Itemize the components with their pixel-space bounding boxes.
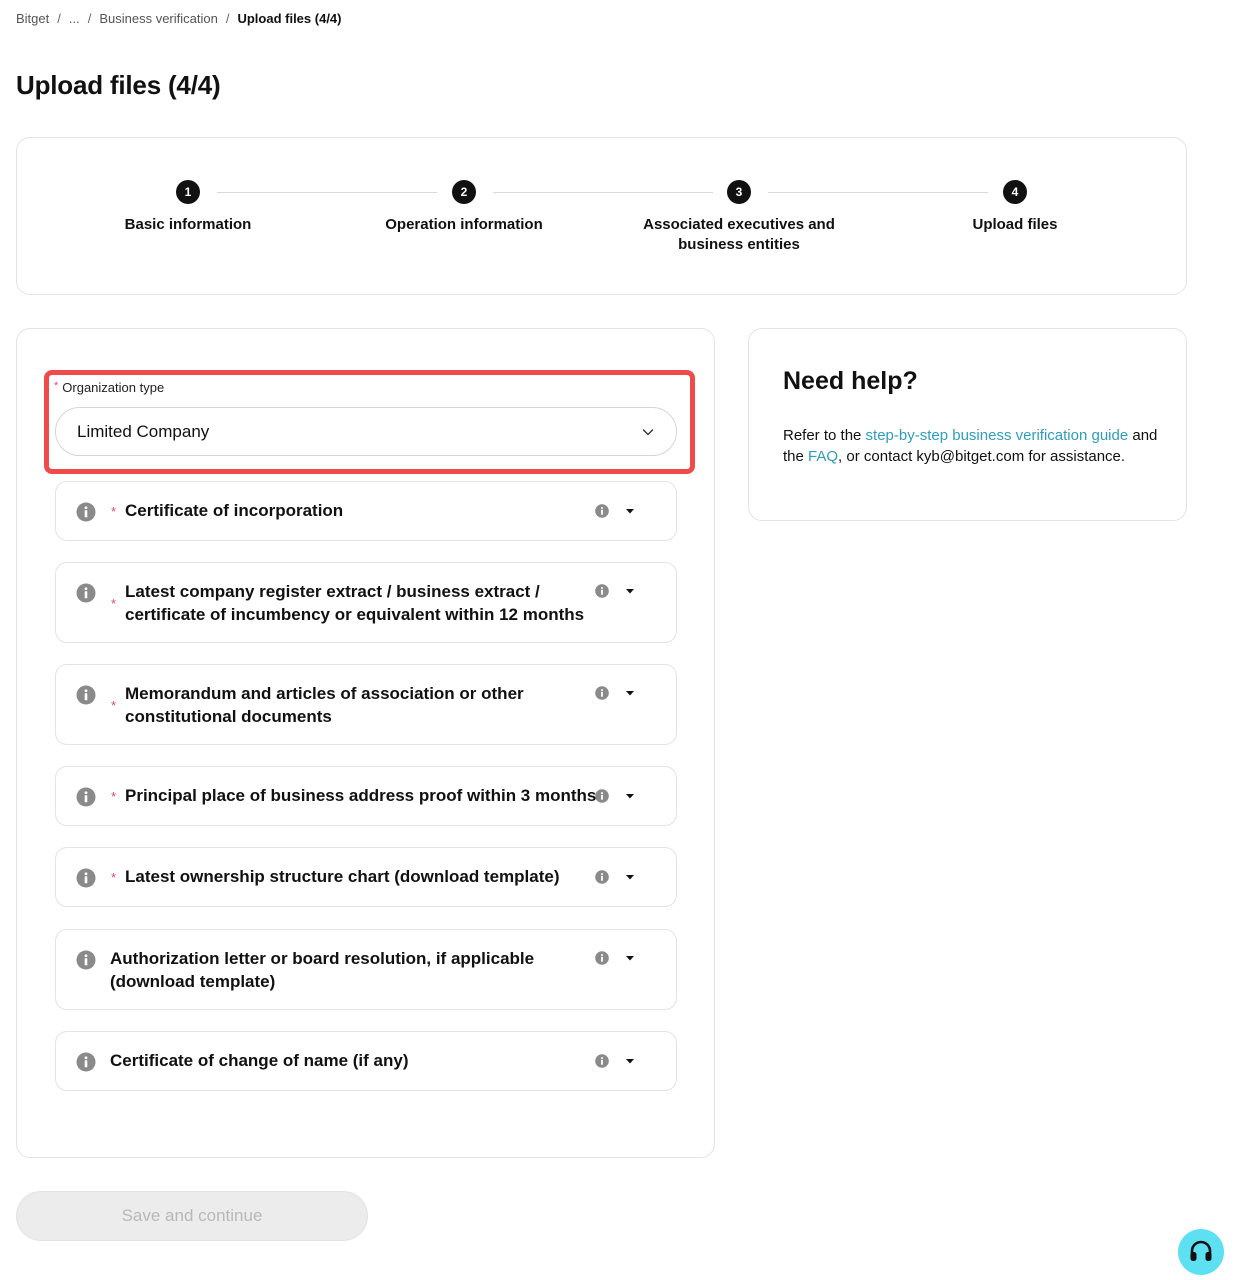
step-number-badge: 4 — [1003, 180, 1027, 204]
organization-type-label: * Organization type — [54, 380, 164, 395]
document-authorization-letter[interactable]: Authorization letter or board resolution… — [55, 929, 677, 1010]
breadcrumb-bitget[interactable]: Bitget — [16, 11, 49, 26]
progress-steps: 1 Basic information 2 Operation informat… — [16, 137, 1187, 295]
document-ownership-structure-chart[interactable]: * Latest ownership structure chart (down… — [55, 847, 677, 907]
step-label: Basic information — [124, 216, 252, 233]
breadcrumb-separator: / — [57, 11, 61, 26]
document-title: Latest ownership structure chart (downlo… — [125, 867, 560, 886]
customer-support-button[interactable] — [1178, 1229, 1224, 1275]
save-and-continue-button[interactable]: Save and continue — [16, 1191, 368, 1241]
breadcrumb-business-verification[interactable]: Business verification — [99, 11, 218, 26]
breadcrumb: Bitget / ... / Business verification / U… — [16, 11, 342, 26]
help-text-part: Refer to the — [783, 427, 866, 444]
step-operation-information: 2 Operation information — [344, 180, 584, 235]
small-info-icon[interactable] — [595, 951, 609, 965]
step-label: Upload files — [972, 216, 1058, 233]
verification-guide-link[interactable]: step-by-step business verification guide — [866, 427, 1129, 444]
small-info-icon[interactable] — [595, 789, 609, 803]
step-upload-files: 4 Upload files — [895, 180, 1135, 235]
organization-type-label-text: Organization type — [62, 380, 165, 395]
small-info-icon[interactable] — [595, 584, 609, 598]
info-circle-icon — [76, 787, 96, 807]
step-associated-executives: 3 Associated executives and business ent… — [619, 180, 859, 255]
document-title: Principal place of business address proo… — [125, 786, 597, 805]
required-asterisk: * — [111, 698, 117, 713]
caret-down-icon[interactable] — [624, 871, 636, 883]
breadcrumb-separator: / — [87, 11, 92, 26]
help-text-part: , or contact kyb@bitget.com for assistan… — [838, 447, 1126, 465]
help-panel: Need help? Refer to the step-by-step bus… — [748, 328, 1187, 521]
organization-type-value: Limited Company — [77, 421, 210, 441]
upload-form: * Organization type Limited Company * Cer… — [16, 328, 715, 1158]
step-label: Associated executives and business entit… — [643, 216, 835, 253]
document-change-of-name[interactable]: Certificate of change of name (if any) — [55, 1031, 677, 1091]
caret-down-icon[interactable] — [624, 790, 636, 802]
document-title: Authorization letter or board resolution… — [110, 949, 535, 991]
required-asterisk: * — [54, 380, 59, 392]
document-company-register-extract[interactable]: * Latest company register extract / busi… — [55, 562, 677, 643]
required-asterisk: * — [111, 789, 117, 804]
document-title: Latest company register extract / busine… — [125, 582, 585, 624]
document-title: Memorandum and articles of association o… — [125, 684, 524, 726]
help-title: Need help? — [783, 367, 918, 395]
caret-down-icon[interactable] — [624, 687, 636, 699]
small-info-icon[interactable] — [595, 870, 609, 884]
step-number-badge: 1 — [176, 180, 200, 204]
info-circle-icon — [76, 685, 96, 705]
info-circle-icon — [76, 1052, 96, 1072]
organization-type-select[interactable]: Limited Company — [55, 407, 677, 456]
caret-down-icon[interactable] — [624, 505, 636, 517]
document-title: Certificate of change of name (if any) — [110, 1051, 409, 1070]
page-title: Upload files (4/4) — [16, 70, 221, 100]
required-asterisk: * — [111, 870, 117, 885]
info-circle-icon — [76, 950, 96, 970]
help-text: Refer to the step-by-step business verif… — [783, 426, 1163, 467]
caret-down-icon[interactable] — [624, 1055, 636, 1067]
caret-down-icon[interactable] — [624, 952, 636, 964]
caret-down-icon[interactable] — [624, 585, 636, 597]
required-asterisk: * — [111, 596, 117, 611]
document-business-address-proof[interactable]: * Principal place of business address pr… — [55, 766, 677, 826]
chevron-down-icon — [642, 428, 654, 435]
document-title: Certificate of incorporation — [125, 501, 344, 520]
faq-link[interactable]: FAQ — [808, 448, 838, 465]
small-info-icon[interactable] — [595, 504, 609, 518]
info-circle-icon — [76, 868, 96, 888]
step-basic-information: 1 Basic information — [68, 180, 308, 235]
step-number-badge: 3 — [727, 180, 751, 204]
step-label: Operation information — [385, 216, 543, 233]
breadcrumb-ellipsis[interactable]: ... — [69, 11, 80, 26]
breadcrumb-separator: / — [225, 11, 230, 26]
info-circle-icon — [76, 583, 96, 603]
document-memorandum-articles[interactable]: * Memorandum and articles of association… — [55, 664, 677, 745]
required-asterisk: * — [111, 504, 117, 519]
headset-icon — [1190, 1240, 1212, 1261]
info-circle-icon — [76, 502, 96, 522]
breadcrumb-current: Upload files (4/4) — [237, 11, 342, 26]
document-certificate-of-incorporation[interactable]: * Certificate of incorporation — [55, 481, 677, 541]
small-info-icon[interactable] — [595, 686, 609, 700]
small-info-icon[interactable] — [595, 1054, 609, 1068]
step-number-badge: 2 — [452, 180, 476, 204]
